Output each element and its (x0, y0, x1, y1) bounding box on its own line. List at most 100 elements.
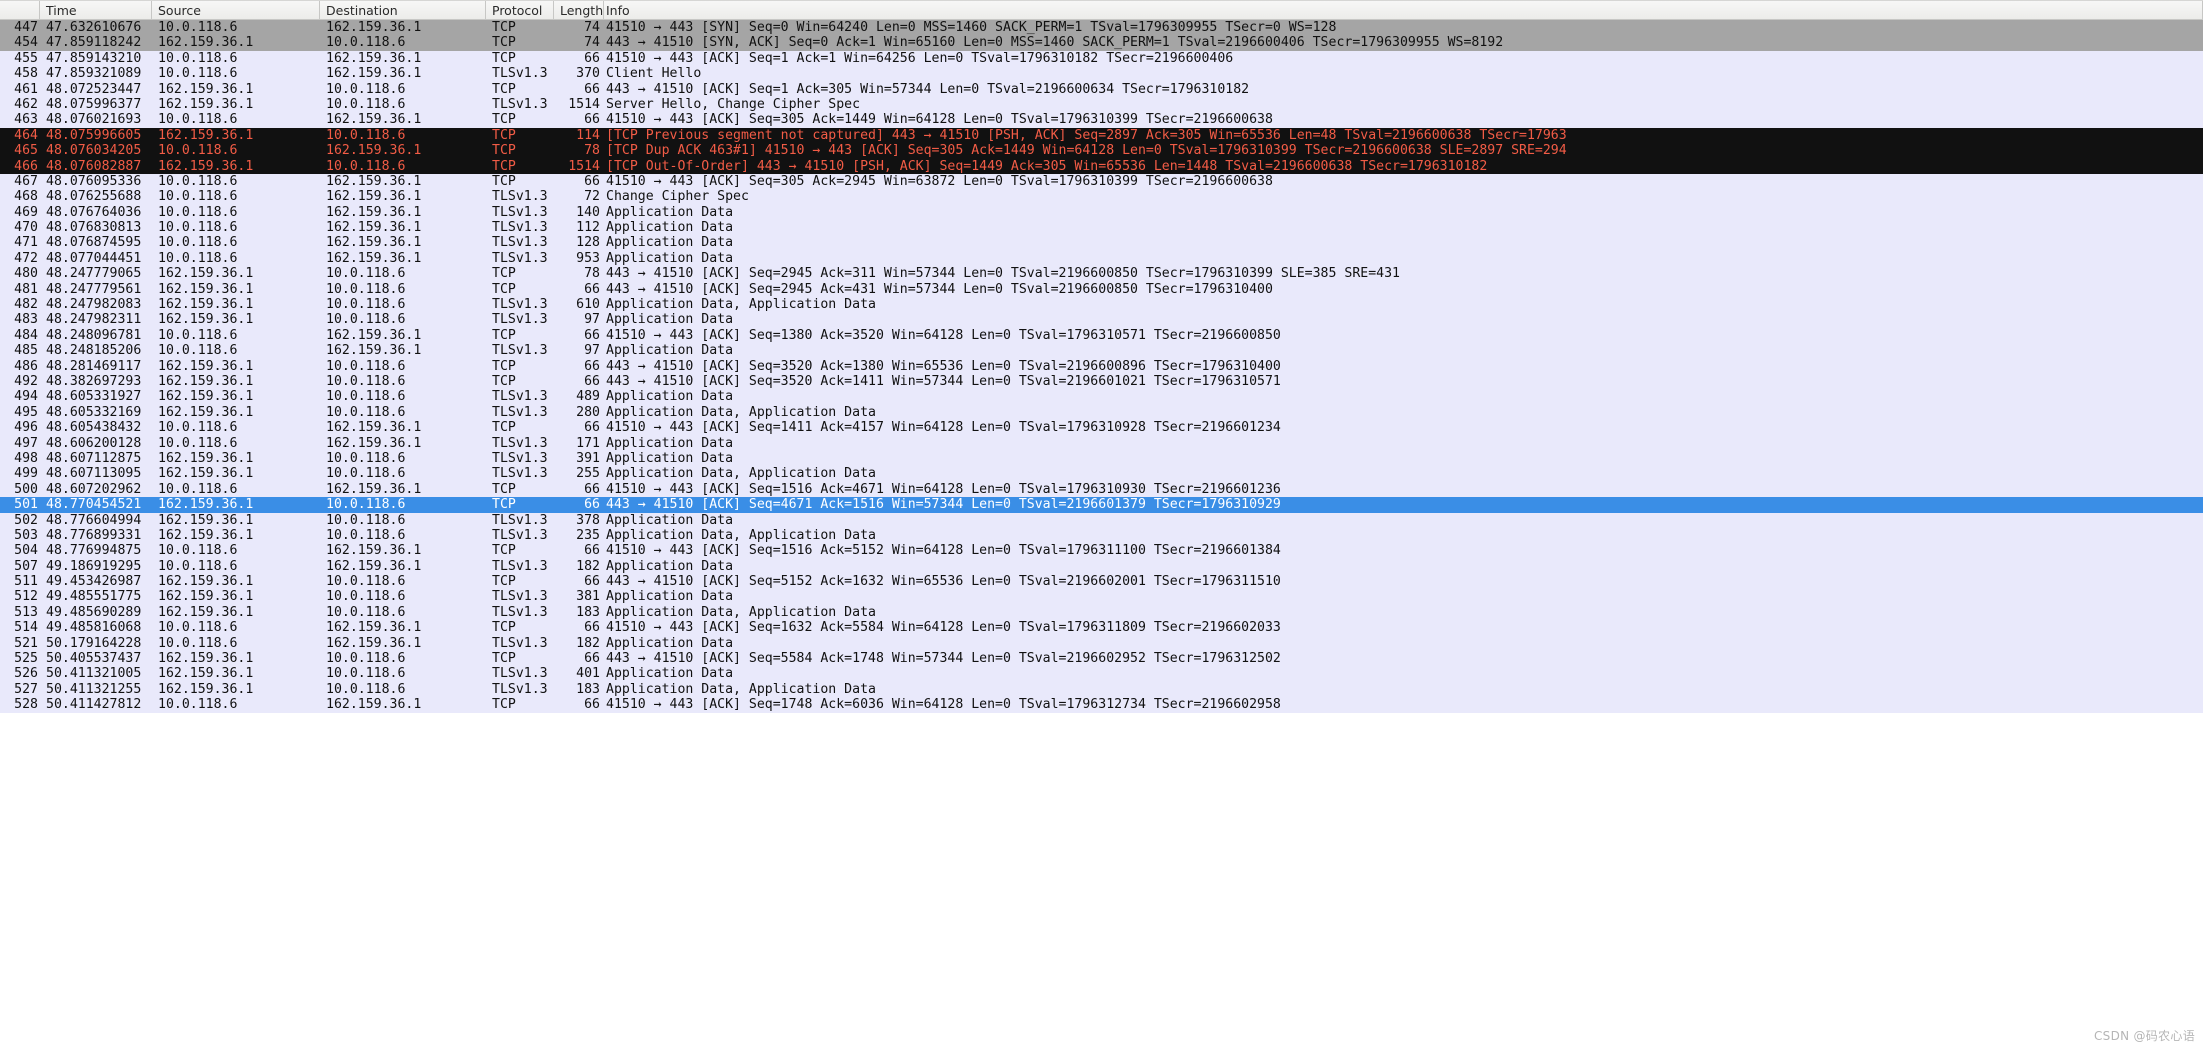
packet-row[interactable]: 45447.859118242162.159.36.110.0.118.6TCP… (0, 35, 2203, 50)
packet-row[interactable]: 46148.072523447162.159.36.110.0.118.6TCP… (0, 82, 2203, 97)
cell-info: Server Hello, Change Cipher Spec (604, 97, 2203, 112)
packet-row[interactable]: 50148.770454521162.159.36.110.0.118.6TCP… (0, 497, 2203, 512)
packet-row[interactable]: 48248.247982083162.159.36.110.0.118.6TLS… (0, 297, 2203, 312)
packet-row[interactable]: 49248.382697293162.159.36.110.0.118.6TCP… (0, 374, 2203, 389)
cell-info: 443 → 41510 [ACK] Seq=2945 Ack=311 Win=5… (604, 266, 2203, 281)
packet-row[interactable]: 49748.60620012810.0.118.6162.159.36.1TLS… (0, 436, 2203, 451)
cell-time: 50.411427812 (40, 697, 152, 712)
packet-row[interactable]: 46448.075996605162.159.36.110.0.118.6TCP… (0, 128, 2203, 143)
cell-time: 48.607113095 (40, 466, 152, 481)
packet-row[interactable]: 51149.453426987162.159.36.110.0.118.6TCP… (0, 574, 2203, 589)
cell-len: 66 (554, 651, 604, 666)
packet-row[interactable]: 52550.405537437162.159.36.110.0.118.6TCP… (0, 651, 2203, 666)
packet-row[interactable]: 51249.485551775162.159.36.110.0.118.6TLS… (0, 589, 2203, 604)
cell-prot: TLSv1.3 (486, 436, 554, 451)
cell-no: 454 (0, 35, 40, 50)
packet-row[interactable]: 52650.411321005162.159.36.110.0.118.6TLS… (0, 666, 2203, 681)
cell-time: 48.077044451 (40, 251, 152, 266)
packet-row[interactable]: 46948.07676403610.0.118.6162.159.36.1TLS… (0, 205, 2203, 220)
cell-info: Application Data, Application Data (604, 405, 2203, 420)
packet-row[interactable]: 48648.281469117162.159.36.110.0.118.6TCP… (0, 359, 2203, 374)
cell-info: Application Data (604, 451, 2203, 466)
cell-len: 66 (554, 112, 604, 127)
packet-row[interactable]: 49548.605332169162.159.36.110.0.118.6TLS… (0, 405, 2203, 420)
packet-row[interactable]: 49948.607113095162.159.36.110.0.118.6TLS… (0, 466, 2203, 481)
cell-src: 10.0.118.6 (152, 543, 320, 558)
packet-row[interactable]: 45547.85914321010.0.118.6162.159.36.1TCP… (0, 51, 2203, 66)
packet-row[interactable]: 46748.07609533610.0.118.6162.159.36.1TCP… (0, 174, 2203, 189)
packet-row[interactable]: 47248.07704445110.0.118.6162.159.36.1TLS… (0, 251, 2203, 266)
packet-row[interactable]: 52850.41142781210.0.118.6162.159.36.1TCP… (0, 697, 2203, 712)
column-header-len[interactable]: Length (554, 1, 604, 19)
cell-no: 492 (0, 374, 40, 389)
column-header-src[interactable]: Source (152, 1, 320, 19)
column-header-label: Info (606, 3, 630, 18)
packet-row[interactable]: 52150.17916422810.0.118.6162.159.36.1TLS… (0, 636, 2203, 651)
cell-time: 48.605438432 (40, 420, 152, 435)
cell-no: 485 (0, 343, 40, 358)
cell-src: 10.0.118.6 (152, 436, 320, 451)
packet-row[interactable]: 50248.776604994162.159.36.110.0.118.6TLS… (0, 513, 2203, 528)
cell-no: 455 (0, 51, 40, 66)
cell-dst: 10.0.118.6 (320, 513, 486, 528)
packet-rows[interactable]: 44747.63261067610.0.118.6162.159.36.1TCP… (0, 20, 2203, 713)
cell-src: 10.0.118.6 (152, 220, 320, 235)
cell-len: 114 (554, 128, 604, 143)
cell-dst: 10.0.118.6 (320, 651, 486, 666)
packet-row[interactable]: 46848.07625568810.0.118.6162.159.36.1TLS… (0, 189, 2203, 204)
packet-row[interactable]: 49448.605331927162.159.36.110.0.118.6TLS… (0, 389, 2203, 404)
cell-no: 511 (0, 574, 40, 589)
packet-row[interactable]: 50048.60720296210.0.118.6162.159.36.1TCP… (0, 482, 2203, 497)
cell-time: 48.776994875 (40, 543, 152, 558)
packet-row[interactable]: 47148.07687459510.0.118.6162.159.36.1TLS… (0, 235, 2203, 250)
column-header-time[interactable]: Time (40, 1, 152, 19)
packet-row[interactable]: 44747.63261067610.0.118.6162.159.36.1TCP… (0, 20, 2203, 35)
cell-src: 10.0.118.6 (152, 235, 320, 250)
packet-row[interactable]: 46248.075996377162.159.36.110.0.118.6TLS… (0, 97, 2203, 112)
packet-row[interactable]: 48548.24818520610.0.118.6162.159.36.1TLS… (0, 343, 2203, 358)
cell-info: Application Data, Application Data (604, 682, 2203, 697)
packet-row[interactable]: 47048.07683081310.0.118.6162.159.36.1TLS… (0, 220, 2203, 235)
column-header-prot[interactable]: Protocol (486, 1, 554, 19)
cell-len: 255 (554, 466, 604, 481)
cell-prot: TLSv1.3 (486, 189, 554, 204)
cell-len: 128 (554, 235, 604, 250)
cell-info: Application Data (604, 513, 2203, 528)
cell-prot: TCP (486, 651, 554, 666)
packet-row[interactable]: 50749.18691929510.0.118.6162.159.36.1TLS… (0, 559, 2203, 574)
packet-row[interactable]: 46348.07602169310.0.118.6162.159.36.1TCP… (0, 112, 2203, 127)
column-header-dst[interactable]: Destination (320, 1, 486, 19)
packet-row[interactable]: 51449.48581606810.0.118.6162.159.36.1TCP… (0, 620, 2203, 635)
packet-row[interactable]: 50348.776899331162.159.36.110.0.118.6TLS… (0, 528, 2203, 543)
cell-info: Application Data, Application Data (604, 528, 2203, 543)
cell-info: Application Data, Application Data (604, 466, 2203, 481)
packet-row[interactable]: 48148.247779561162.159.36.110.0.118.6TCP… (0, 282, 2203, 297)
column-headers[interactable]: TimeSourceDestinationProtocolLengthInfo (0, 0, 2203, 20)
column-header-info[interactable]: Info (604, 1, 2203, 19)
cell-prot: TLSv1.3 (486, 97, 554, 112)
column-header-no[interactable] (0, 1, 40, 19)
packet-row[interactable]: 50448.77699487510.0.118.6162.159.36.1TCP… (0, 543, 2203, 558)
packet-list-pane[interactable]: TimeSourceDestinationProtocolLengthInfo … (0, 0, 2203, 713)
packet-row[interactable]: 48448.24809678110.0.118.6162.159.36.1TCP… (0, 328, 2203, 343)
packet-row[interactable]: 46648.076082887162.159.36.110.0.118.6TCP… (0, 159, 2203, 174)
cell-dst: 162.159.36.1 (320, 636, 486, 651)
cell-info: Application Data (604, 589, 2203, 604)
cell-time: 48.248096781 (40, 328, 152, 343)
packet-row[interactable]: 48048.247779065162.159.36.110.0.118.6TCP… (0, 266, 2203, 281)
packet-row[interactable]: 51349.485690289162.159.36.110.0.118.6TLS… (0, 605, 2203, 620)
packet-row[interactable]: 45847.85932108910.0.118.6162.159.36.1TLS… (0, 66, 2203, 81)
cell-no: 495 (0, 405, 40, 420)
cell-time: 47.632610676 (40, 20, 152, 35)
cell-src: 162.159.36.1 (152, 374, 320, 389)
packet-row[interactable]: 46548.07603420510.0.118.6162.159.36.1TCP… (0, 143, 2203, 158)
packet-row[interactable]: 48348.247982311162.159.36.110.0.118.6TLS… (0, 312, 2203, 327)
cell-info: Application Data (604, 436, 2203, 451)
packet-row[interactable]: 49648.60543843210.0.118.6162.159.36.1TCP… (0, 420, 2203, 435)
packet-row[interactable]: 52750.411321255162.159.36.110.0.118.6TLS… (0, 682, 2203, 697)
cell-no: 521 (0, 636, 40, 651)
cell-src: 162.159.36.1 (152, 35, 320, 50)
cell-dst: 10.0.118.6 (320, 574, 486, 589)
packet-row[interactable]: 49848.607112875162.159.36.110.0.118.6TLS… (0, 451, 2203, 466)
cell-prot: TCP (486, 420, 554, 435)
